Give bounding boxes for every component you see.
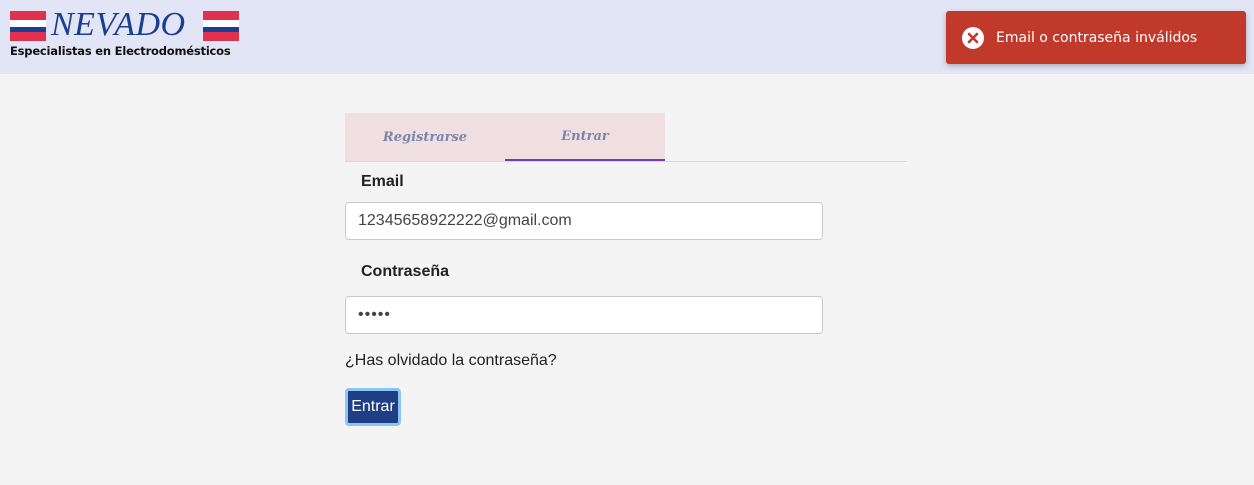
logo-wordmark: NEVADO bbox=[51, 6, 186, 43]
password-label: Contraseña bbox=[361, 263, 450, 280]
password-field[interactable] bbox=[345, 296, 823, 334]
login-submit-button[interactable]: Entrar bbox=[345, 388, 401, 426]
error-x-icon bbox=[962, 26, 984, 49]
email-field[interactable] bbox=[345, 202, 823, 240]
forgot-password-link[interactable]: ¿Has olvidado la contraseña? bbox=[345, 352, 557, 370]
toast-message: Email o contraseña inválidos bbox=[996, 29, 1198, 46]
tab-registrarse[interactable]: Registrarse bbox=[345, 113, 505, 161]
email-label: Email bbox=[361, 173, 404, 190]
logo-tagline: Especialistas en Electrodomésticos bbox=[10, 44, 231, 58]
tab-entrar[interactable]: Entrar bbox=[505, 113, 665, 161]
nevado-logo[interactable]: NEVADO Especialistas en Electrodoméstico… bbox=[10, 6, 242, 61]
auth-tabs: Registrarse Entrar bbox=[345, 113, 907, 162]
error-toast[interactable]: Email o contraseña inválidos bbox=[946, 11, 1246, 64]
